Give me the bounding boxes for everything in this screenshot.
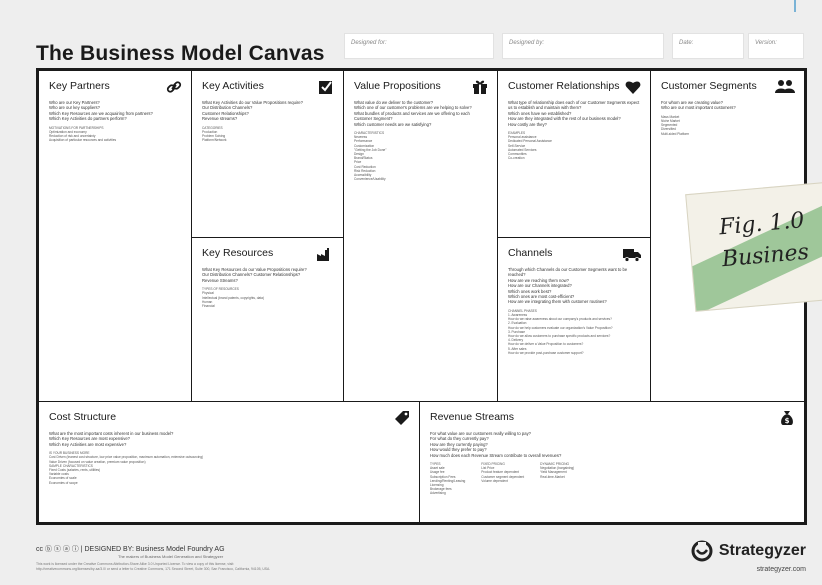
revenue-streams-title: Revenue Streams: [430, 411, 515, 423]
license-text: This work is licensed under the Creative…: [36, 562, 271, 571]
sticky-note: Fig. 1.0 Busines: [685, 180, 822, 312]
designed-by-credit: cc ⓑ ⓢ ⓐ ⓘ | DESIGNED BY: Business Model…: [36, 544, 225, 559]
customer-segments-details: Mass Market Niche Market Segmented Diver…: [661, 114, 690, 136]
key-partners-title: Key Partners: [49, 80, 110, 92]
heart-icon: [625, 81, 641, 94]
cost-structure-block[interactable]: Cost Structure What are the most importa…: [38, 401, 420, 523]
cost-structure-title: Cost Structure: [49, 411, 117, 423]
value-propositions-details: CHARACTERISTICS Newness Performance Cust…: [354, 131, 387, 182]
channels-questions: Through which Channels do our Customer S…: [508, 267, 628, 305]
date-label: Date:: [679, 40, 694, 46]
page-title: The Business Model Canvas: [36, 42, 325, 65]
factory-icon: [317, 248, 329, 261]
designed-by-label: Designed by:: [509, 40, 545, 46]
customer-segments-questions: For whom are we creating value? Who are …: [661, 100, 736, 111]
customer-relationships-details: EXAMPLES Personal assistance Dedicated P…: [508, 131, 552, 161]
cc-license-credit: cc ⓑ ⓢ ⓐ ⓘ | DESIGNED BY: Business Model…: [36, 546, 225, 553]
price-tag-icon: [395, 411, 409, 425]
checkbox-icon: [319, 81, 332, 94]
note-text: Fig. 1.0 Busines: [718, 205, 810, 276]
revenue-streams-questions: For what value are our customers really …: [430, 431, 562, 458]
designed-for-label: Designed for:: [351, 40, 387, 46]
revenue-types: TYPES Asset sale Usage fee Subscription …: [430, 462, 466, 496]
strategyzer-smile-icon: [691, 540, 713, 562]
key-partners-details: MOTIVATIONS FOR PARTNERSHIPS Optimizatio…: [49, 125, 117, 143]
designed-for-field[interactable]: Designed for:: [344, 33, 494, 59]
key-activities-details: CATEGORIES Production Problem Solving Pl…: [202, 125, 227, 143]
key-activities-block[interactable]: Key Activities What Key Activities do ou…: [191, 70, 344, 238]
customer-relationships-questions: What type of relationship does each of o…: [508, 100, 640, 127]
key-activities-title: Key Activities: [202, 80, 264, 92]
key-partners-questions: Who are our Key Partners? Who are our ke…: [49, 100, 153, 122]
link-icon: [166, 81, 182, 93]
people-icon: [775, 80, 795, 93]
cost-structure-details: IS YOUR BUSINESS MORE Cost Driven (leane…: [49, 451, 204, 485]
key-resources-details: TYPES OF RESOURCES Physical Intellectual…: [202, 287, 265, 309]
edge-marker: [794, 0, 796, 12]
channels-title: Channels: [508, 247, 553, 259]
fixed-pricing: FIXED PRICING List Price Product feature…: [481, 462, 525, 483]
value-propositions-title: Value Propositions: [354, 80, 441, 92]
makers-line: The makers of Business Model Generation …: [118, 554, 224, 559]
strategyzer-brand[interactable]: Strategyzer strategyzer.com: [691, 540, 806, 573]
key-resources-questions: What Key Resources do our Value Proposit…: [202, 267, 307, 283]
money-bag-icon: $: [781, 411, 793, 425]
key-partners-block[interactable]: Key Partners Who are our Key Partners? W…: [38, 70, 192, 402]
gift-icon: [473, 80, 487, 94]
svg-text:$: $: [785, 417, 790, 425]
customer-relationships-title: Customer Relationships: [508, 80, 620, 92]
page: The Business Model Canvas Designed for: …: [0, 0, 822, 585]
revenue-streams-columns: TYPES Asset sale Usage fee Subscription …: [430, 462, 794, 496]
truck-icon: [623, 249, 641, 262]
revenue-streams-block[interactable]: Revenue Streams $ For what value are our…: [419, 401, 805, 523]
business-model-canvas: Key Partners Who are our Key Partners? W…: [36, 68, 807, 525]
date-field[interactable]: Date:: [672, 33, 744, 59]
customer-relationships-block[interactable]: Customer Relationships What type of rela…: [497, 70, 651, 238]
strategyzer-logo: Strategyzer: [691, 540, 806, 562]
strategyzer-name: Strategyzer: [718, 542, 806, 559]
value-propositions-questions: What value do we deliver to the customer…: [354, 100, 472, 127]
version-label: Version:: [755, 40, 777, 46]
value-propositions-block[interactable]: Value Propositions What value do we deli…: [343, 70, 498, 402]
designed-by-field[interactable]: Designed by:: [502, 33, 664, 59]
channels-details: CHANNEL PHASES 1. Awareness How do we ra…: [508, 308, 613, 355]
strategyzer-url[interactable]: strategyzer.com: [691, 566, 806, 573]
cost-structure-questions: What are the most important costs inhere…: [49, 431, 174, 447]
version-field[interactable]: Version:: [748, 33, 804, 59]
key-resources-block[interactable]: Key Resources What Key Resources do our …: [191, 237, 344, 402]
note-line-2: Busines: [720, 239, 810, 273]
key-activities-questions: What Key Activities do our Value Proposi…: [202, 100, 303, 122]
channels-block[interactable]: Channels Through which Channels do our C…: [497, 237, 651, 402]
dynamic-pricing: DYNAMIC PRICING Negotiation (bargaining)…: [540, 462, 575, 479]
